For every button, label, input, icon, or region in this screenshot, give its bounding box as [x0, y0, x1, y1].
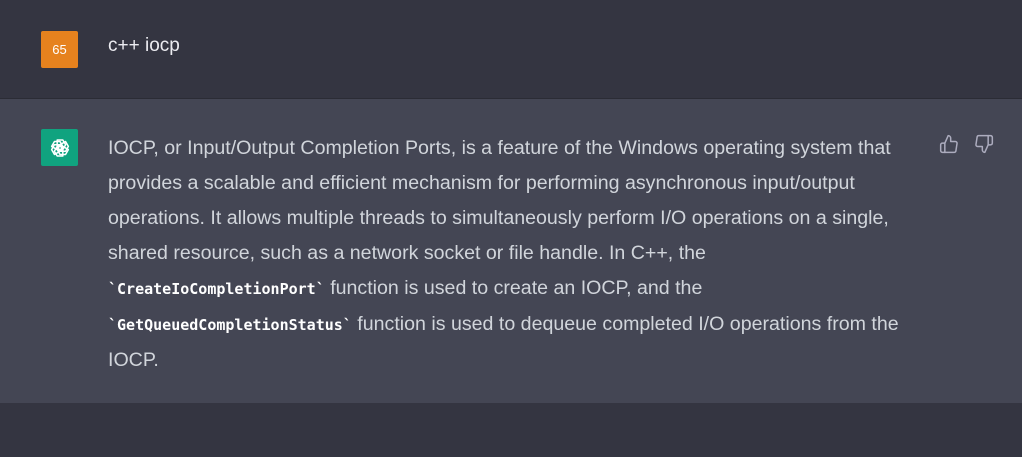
user-message-text: c++ iocp: [108, 35, 180, 56]
thumbs-down-icon: [975, 134, 994, 154]
thumbs-up-button[interactable]: [938, 133, 960, 155]
openai-logo-icon: [50, 138, 69, 157]
assistant-avatar: [41, 129, 78, 166]
assistant-message-text: IOCP, or Input/Output Completion Ports, …: [108, 131, 928, 378]
assistant-text-part-1: IOCP, or Input/Output Completion Ports, …: [108, 137, 891, 264]
user-message-row: 65 c++ iocp: [0, 0, 1022, 99]
thumbs-down-button[interactable]: [973, 133, 995, 155]
thumbs-up-icon: [939, 134, 958, 154]
assistant-message-row: IOCP, or Input/Output Completion Ports, …: [0, 99, 1022, 403]
inline-code-get-queued-completion-status: `GetQueuedCompletionStatus`: [108, 316, 352, 334]
inline-code-create-io-completion-port: `CreateIoCompletionPort`: [108, 280, 325, 298]
user-avatar: 65: [41, 31, 78, 68]
chat-page: 65 c++ iocp IOCP, or Input/Output Comple…: [0, 0, 1022, 457]
assistant-text-part-2: function is used to create an IOCP, and …: [324, 277, 703, 299]
chat-bottom-area: [0, 403, 1022, 457]
